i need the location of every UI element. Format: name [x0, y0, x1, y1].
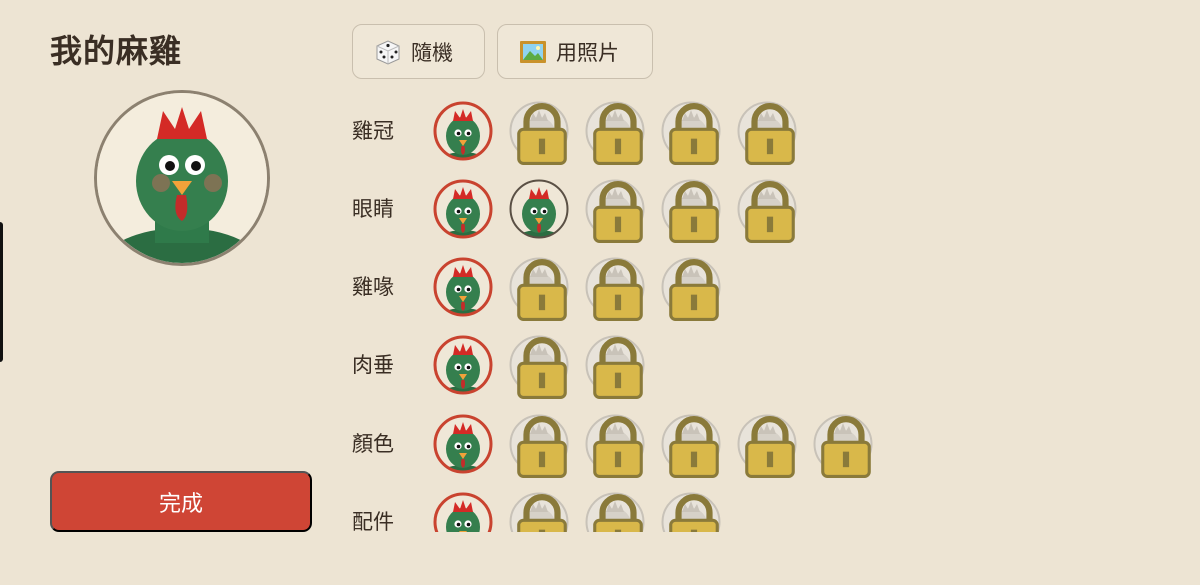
- option-locked[interactable]: [812, 413, 874, 478]
- option-locked[interactable]: [584, 100, 646, 165]
- option-locked[interactable]: [584, 256, 646, 321]
- option-selected[interactable]: [432, 178, 494, 240]
- option-locked[interactable]: [736, 178, 798, 243]
- chicken-option-icon: [433, 414, 493, 474]
- chicken-option-icon: [433, 335, 493, 395]
- lock-icon: [517, 494, 567, 532]
- option-locked[interactable]: [736, 100, 798, 165]
- lock-icon: [593, 416, 643, 478]
- category-label: 肉垂: [352, 353, 394, 377]
- category-label: 顏色: [352, 432, 394, 456]
- option-locked[interactable]: [584, 413, 646, 478]
- option-locked[interactable]: [584, 178, 646, 243]
- lock-icon: [593, 259, 643, 321]
- option-locked[interactable]: [584, 491, 646, 532]
- lock-icon: [669, 181, 719, 243]
- lock-icon: [669, 259, 719, 321]
- option-locked[interactable]: [508, 256, 570, 321]
- option-locked[interactable]: [584, 334, 646, 399]
- chicken-option-icon: [433, 101, 493, 161]
- lock-icon: [745, 181, 795, 243]
- lock-icon: [669, 416, 719, 478]
- lock-icon: [517, 103, 567, 165]
- lock-icon: [593, 494, 643, 532]
- option-locked[interactable]: [660, 413, 722, 478]
- option-selected[interactable]: [432, 100, 494, 162]
- lock-icon: [593, 103, 643, 165]
- customization-list: 雞冠 眼睛 雞喙 肉垂 顏色 配件: [0, 0, 1200, 532]
- option-selected[interactable]: [432, 256, 494, 318]
- lock-icon: [821, 416, 871, 478]
- option-locked[interactable]: [508, 100, 570, 165]
- lock-icon: [669, 103, 719, 165]
- option-selected[interactable]: [432, 334, 494, 396]
- option-selected[interactable]: [432, 413, 494, 475]
- lock-icon: [517, 259, 567, 321]
- chicken-option-icon: [433, 179, 493, 239]
- category-label: 雞喙: [352, 275, 394, 299]
- option-locked[interactable]: [660, 100, 722, 165]
- chicken-option-icon: [433, 492, 493, 532]
- option-locked[interactable]: [660, 491, 722, 532]
- lock-icon: [517, 416, 567, 478]
- option-locked[interactable]: [660, 178, 722, 243]
- option-unlocked[interactable]: [508, 178, 570, 240]
- lock-icon: [517, 337, 567, 399]
- lock-icon: [593, 181, 643, 243]
- option-locked[interactable]: [660, 256, 722, 321]
- lock-icon: [669, 494, 719, 532]
- option-selected[interactable]: [432, 491, 494, 532]
- lock-icon: [745, 103, 795, 165]
- category-label: 眼睛: [352, 197, 394, 221]
- lock-icon: [745, 416, 795, 478]
- option-locked[interactable]: [508, 491, 570, 532]
- option-locked[interactable]: [736, 413, 798, 478]
- option-locked[interactable]: [508, 413, 570, 478]
- chicken-option-icon: [433, 257, 493, 317]
- lock-icon: [593, 337, 643, 399]
- category-label: 配件: [352, 510, 394, 532]
- category-label: 雞冠: [352, 119, 394, 143]
- chicken-option-icon: [509, 179, 569, 239]
- option-locked[interactable]: [508, 334, 570, 399]
